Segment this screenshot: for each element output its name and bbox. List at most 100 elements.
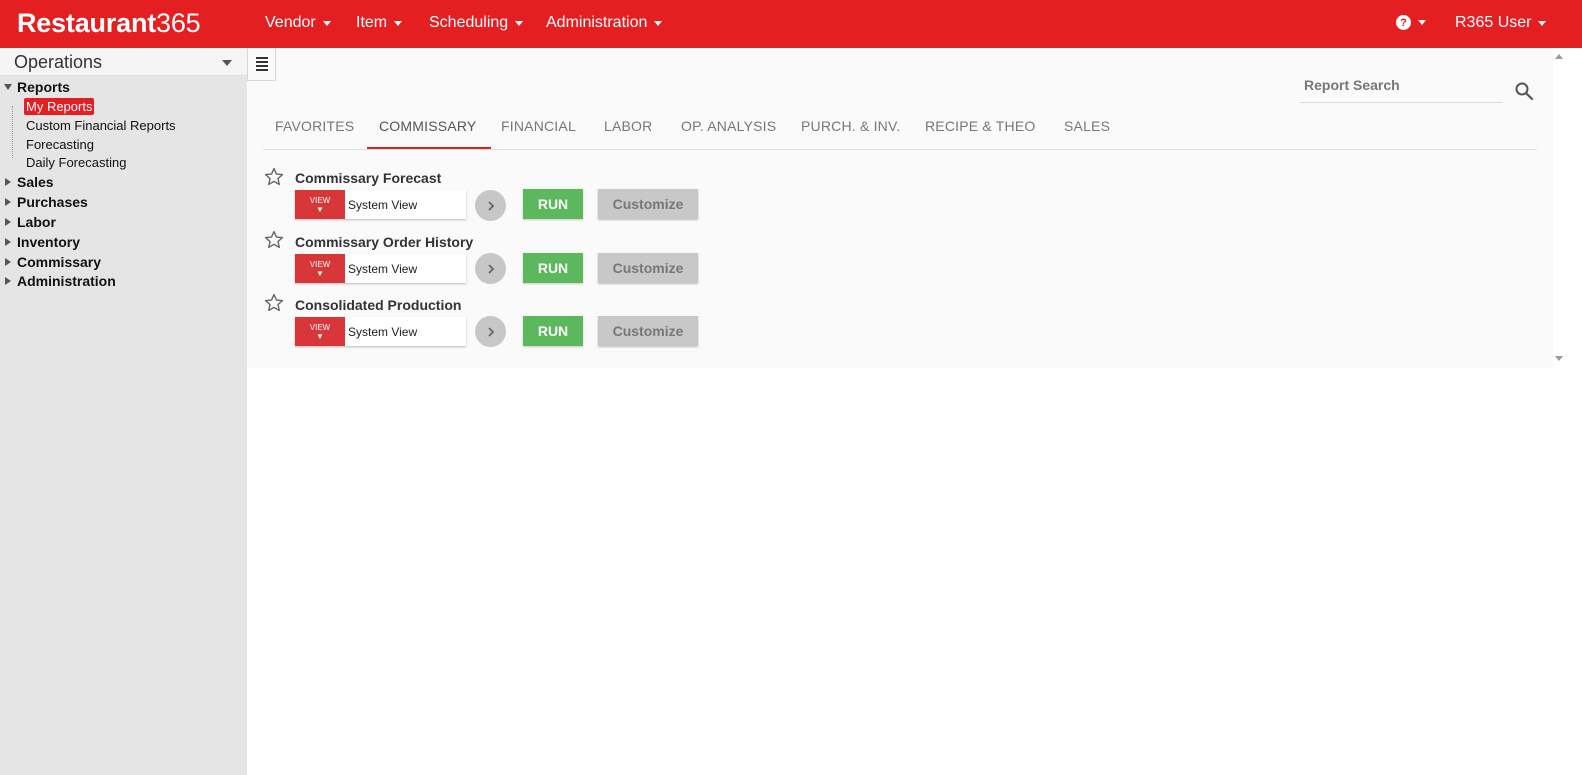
tree-node-administration[interactable]: Administration [5, 273, 116, 289]
search-icon[interactable] [1514, 81, 1534, 101]
tree-node-commissary-label: Commissary [17, 254, 102, 270]
tree-item-custom-financial-reports[interactable]: Custom Financial Reports [26, 118, 176, 133]
hamburger-line [255, 69, 268, 71]
menu-toggle-button[interactable] [247, 48, 276, 81]
logo-text-bold: Restaurant [17, 8, 157, 38]
tree-node-commissary[interactable]: Commissary [5, 254, 101, 270]
tab-labor[interactable]: LABOR [604, 118, 652, 134]
expand-right-icon [5, 178, 11, 186]
nav-item-label: Item [356, 14, 388, 31]
report-search-box [1300, 70, 1502, 103]
tree-node-labor-label: Labor [17, 214, 56, 230]
chevron-right-icon [487, 263, 494, 274]
tab-favorites[interactable]: FAVORITES [275, 118, 354, 134]
tab-sales[interactable]: SALES [1064, 118, 1110, 134]
view-value[interactable]: System View [345, 254, 466, 283]
report-title: Commissary Order History [295, 234, 474, 250]
view-button-label: VIEW [309, 259, 331, 269]
caret-down-icon [1538, 20, 1547, 26]
star-outline-icon[interactable] [263, 229, 285, 251]
nav-vendor[interactable]: Vendor [265, 14, 331, 32]
tab-purch-inv[interactable]: PURCH. & INV. [801, 118, 900, 134]
nav-vendor-label: Vendor [265, 14, 316, 31]
customize-button[interactable]: Customize [598, 316, 698, 346]
operations-dropdown[interactable]: Operations [0, 48, 247, 76]
view-value[interactable]: System View [345, 190, 466, 219]
restaurant365-logo[interactable]: Restaurant 365 [17, 8, 201, 40]
tree-node-inventory[interactable]: Inventory [5, 234, 80, 250]
expand-right-icon [5, 198, 11, 206]
customize-button[interactable]: Customize [598, 253, 698, 283]
tab-recipe-theo[interactable]: RECIPE & THEO [925, 118, 1035, 134]
tree-node-labor[interactable]: Labor [5, 214, 56, 230]
triangle-down-icon: ▼ [316, 331, 324, 341]
user-menu[interactable]: R365 User [1455, 14, 1547, 32]
view-dropdown-button[interactable]: VIEW ▼ [295, 317, 345, 346]
view-value[interactable]: System View [345, 317, 466, 346]
main-scrollbar[interactable] [1553, 48, 1582, 368]
nav-scheduling[interactable]: Scheduling [429, 14, 524, 32]
report-category-tabs: FAVORITES COMMISSARY FINANCIAL LABOR OP.… [263, 108, 1537, 150]
triangle-down-icon: ▼ [316, 268, 324, 278]
customize-button[interactable]: Customize [598, 189, 698, 219]
run-button[interactable]: RUN [523, 253, 583, 283]
caret-down-icon [394, 20, 403, 26]
caret-down-icon [654, 20, 663, 26]
help-menu[interactable]: ? [1396, 15, 1426, 30]
go-button[interactable] [475, 190, 506, 221]
tree-node-sales[interactable]: Sales [5, 174, 54, 190]
chevron-right-icon [487, 200, 494, 211]
run-button[interactable]: RUN [523, 316, 583, 346]
caret-down-icon [222, 60, 232, 66]
report-search-input[interactable] [1300, 70, 1502, 100]
nav-administration[interactable]: Administration [546, 14, 663, 32]
scroll-down-arrow-icon[interactable] [1555, 356, 1563, 361]
user-menu-label: R365 User [1455, 14, 1532, 31]
star-outline-icon[interactable] [263, 292, 285, 314]
caret-down-icon [515, 20, 524, 26]
tab-financial[interactable]: FINANCIAL [501, 118, 576, 134]
view-button-label: VIEW [309, 322, 331, 332]
expand-right-icon [5, 218, 11, 226]
caret-down-icon [322, 20, 331, 26]
tab-op-analysis[interactable]: OP. ANALYSIS [681, 118, 776, 134]
tree-item-forecasting[interactable]: Forecasting [26, 137, 94, 152]
tree-node-sales-label: Sales [17, 174, 54, 190]
tree-node-purchases-label: Purchases [17, 194, 88, 210]
scroll-up-arrow-icon[interactable] [1555, 54, 1563, 59]
tree-item-my-reports[interactable]: My Reports [24, 98, 95, 115]
operations-title: Operations [14, 52, 103, 72]
tree-node-purchases[interactable]: Purchases [5, 194, 88, 210]
triangle-down-icon: ▼ [316, 204, 324, 214]
hamburger-line [255, 65, 268, 67]
tree-guide-line [12, 106, 13, 158]
view-dropdown-button[interactable]: VIEW ▼ [295, 190, 345, 219]
view-dropdown-button[interactable]: VIEW ▼ [295, 254, 345, 283]
go-button[interactable] [475, 316, 506, 347]
expand-right-icon [5, 277, 11, 285]
view-selector: VIEW ▼ System View [295, 254, 466, 283]
hamburger-line [255, 57, 268, 59]
hamburger-line [255, 61, 268, 63]
top-navbar: Restaurant 365 Vendor Item Scheduling Adm… [0, 0, 1582, 48]
caret-down-icon [1418, 20, 1426, 25]
logo-text-light: 365 [156, 8, 201, 38]
tab-commissary[interactable]: COMMISSARY [379, 118, 476, 134]
tree-item-daily-forecasting[interactable]: Daily Forecasting [26, 155, 126, 170]
tree-node-inventory-label: Inventory [17, 234, 81, 250]
go-button[interactable] [475, 253, 506, 284]
active-tab-indicator [367, 147, 491, 149]
question-circle-icon: ? [1396, 15, 1411, 30]
nav-item[interactable]: Item [356, 14, 403, 32]
nav-scheduling-label: Scheduling [429, 14, 509, 31]
expand-right-icon [5, 238, 11, 246]
star-outline-icon[interactable] [263, 166, 285, 188]
report-title: Consolidated Production [295, 297, 462, 313]
view-button-label: VIEW [309, 195, 331, 205]
chevron-right-icon [487, 326, 494, 337]
tree-node-reports[interactable]: Reports [4, 79, 70, 95]
view-selector: VIEW ▼ System View [295, 190, 466, 219]
tree-node-reports-label: Reports [17, 79, 70, 95]
run-button[interactable]: RUN [523, 189, 583, 219]
report-title: Commissary Forecast [295, 170, 442, 186]
